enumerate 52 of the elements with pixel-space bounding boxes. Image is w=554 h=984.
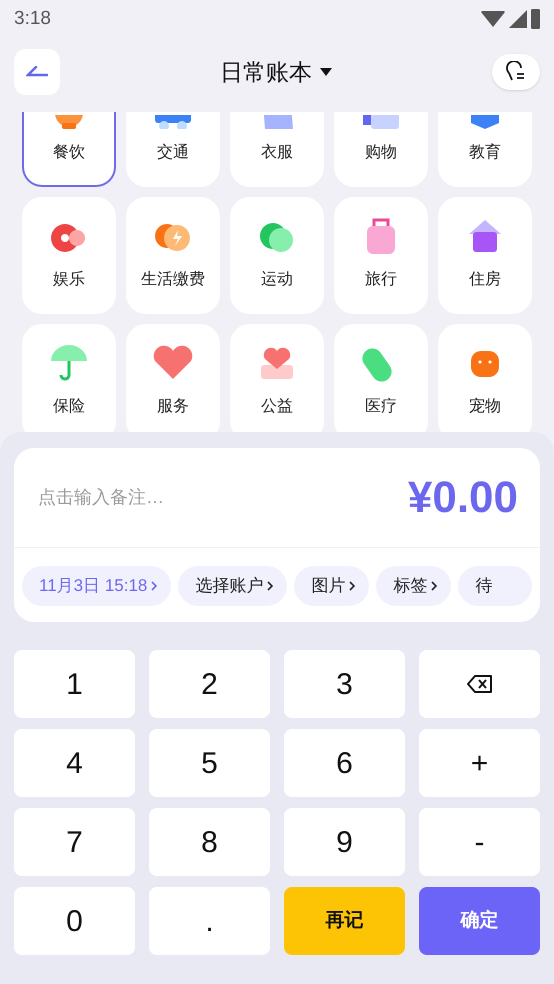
battery-icon <box>531 9 540 29</box>
keypad-key[interactable]: 7 <box>14 808 135 876</box>
category-tile[interactable]: 衣服 <box>230 112 324 187</box>
option-chip[interactable]: 待 <box>458 566 532 606</box>
book-selector[interactable]: 日常账本 <box>220 54 332 90</box>
keypad-key[interactable]: - <box>419 808 540 876</box>
category-tile[interactable]: 教育 <box>438 112 532 187</box>
chevron-icon <box>431 581 438 591</box>
back-icon <box>26 66 48 78</box>
category-tile[interactable]: 娱乐 <box>22 197 116 314</box>
keypad-key[interactable]: 2 <box>149 650 270 718</box>
again-button[interactable]: 再记 <box>284 887 405 955</box>
keypad-key[interactable]: + <box>419 729 540 797</box>
chevron-icon <box>151 581 158 591</box>
category-tile[interactable]: 宠物 <box>438 324 532 432</box>
option-chip[interactable]: 11月3日 15:18 <box>22 566 172 606</box>
keypad-key[interactable]: 6 <box>284 729 405 797</box>
keypad-key[interactable]: 4 <box>14 729 135 797</box>
option-chip[interactable]: 选择账户 <box>178 566 288 606</box>
category-tile[interactable]: 公益 <box>230 324 324 432</box>
keypad-key[interactable]: 0 <box>14 887 135 955</box>
keypad-key[interactable]: 1 <box>14 650 135 718</box>
keypad-key[interactable]: . <box>149 887 270 955</box>
confirm-button[interactable]: 确定 <box>419 887 540 955</box>
category-tile[interactable]: 医疗 <box>334 324 428 432</box>
backspace-icon <box>466 675 492 693</box>
category-tile[interactable]: 保险 <box>22 324 116 432</box>
assistant-button[interactable] <box>492 54 540 90</box>
caret-icon <box>320 68 332 76</box>
option-chip[interactable]: 图片 <box>294 566 370 606</box>
wifi-icon <box>481 11 505 27</box>
category-tile[interactable]: 购物 <box>334 112 428 187</box>
category-tile[interactable]: 住房 <box>438 197 532 314</box>
option-chip[interactable]: 标签 <box>376 566 452 606</box>
backspace-key[interactable] <box>419 650 540 718</box>
category-tile[interactable]: 旅行 <box>334 197 428 314</box>
category-tile[interactable]: 生活缴费 <box>126 197 220 314</box>
category-tile[interactable]: 餐饮 <box>22 112 116 187</box>
chevron-icon <box>267 581 274 591</box>
keypad-key[interactable]: 3 <box>284 650 405 718</box>
chevron-icon <box>349 581 356 591</box>
keypad-key[interactable]: 9 <box>284 808 405 876</box>
keypad-key[interactable]: 8 <box>149 808 270 876</box>
category-tile[interactable]: 运动 <box>230 197 324 314</box>
amount-display: ¥0.00 <box>408 472 518 524</box>
category-tile[interactable]: 服务 <box>126 324 220 432</box>
status-time: 3:18 <box>14 6 51 31</box>
category-tile[interactable]: 交通 <box>126 112 220 187</box>
note-field[interactable]: 点击输入备注… <box>38 484 258 511</box>
signal-icon <box>509 10 527 28</box>
back-button[interactable] <box>14 49 60 95</box>
keypad-key[interactable]: 5 <box>149 729 270 797</box>
